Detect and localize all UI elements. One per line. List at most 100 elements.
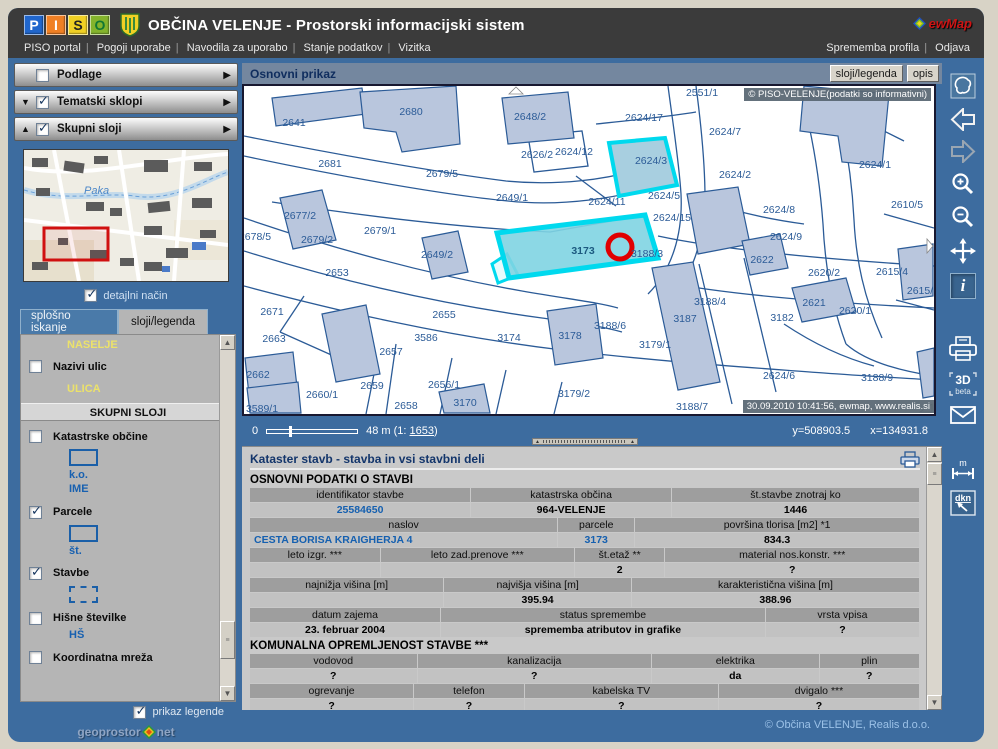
info-value-cell: ? [525,699,718,710]
legend-toggle-label: prikaz legende [152,706,224,718]
tematski-checkbox[interactable] [36,96,49,109]
chevron-right-icon[interactable]: ▶ [223,70,231,81]
hisne-checkbox[interactable] [29,612,42,625]
scrollbar-thumb[interactable]: ≡ [220,621,235,659]
info-header-cell: dvigalo *** [719,684,919,698]
info-value-cell: ? [250,699,413,710]
layer-label: Stavbe [53,567,89,579]
river-label: Paka [84,185,109,197]
mail-button[interactable] [950,406,976,424]
parcel-label: 2624/17 [625,112,663,124]
svg-text:m: m [959,458,967,468]
detail-mode-checkbox[interactable] [84,289,97,302]
info-value-cell: ? [766,623,919,637]
legend-toggle-checkbox[interactable] [133,706,146,719]
info-row: datum zajemastatus spremembevrsta vpisa [250,608,920,622]
info-scrollbar[interactable]: ▲ ≡ ▼ [926,447,942,710]
chevron-right-icon[interactable]: ▶ [223,124,231,135]
parcele-checkbox[interactable] [29,506,42,519]
info-row: leto izgr. ***leto zad.prenove ***št.eta… [250,548,920,562]
parcel-label: 2641 [282,117,305,129]
layer-parcele[interactable]: Parcele [29,506,217,519]
info-value-cell[interactable]: 25584650 [250,503,470,517]
splitter-handle[interactable]: ▲▲ [532,438,638,445]
menu-navodila[interactable]: Navodila za uporabo [187,42,288,54]
geoprostor-logo[interactable]: geoprostor net [14,722,238,742]
layer-nazivi-ulic[interactable]: Nazivi ulic [29,360,217,373]
legend-ulica: ULICA [67,383,217,395]
scale-link[interactable]: 1653 [410,425,434,437]
forward-button[interactable] [950,140,976,163]
scroll-up-icon[interactable]: ▲ [220,335,235,350]
parcel-label: 2678/5 [242,231,271,243]
menu-right: Sprememba profila| Odjava [826,42,970,54]
skupni-checkbox[interactable] [36,123,49,136]
logo-tile-s: S [68,15,88,35]
menu-vizitka[interactable]: Vizitka [398,42,430,54]
katastrske-checkbox[interactable] [29,430,42,443]
chevron-right-icon[interactable]: ▶ [223,97,231,108]
accordion-tematski-sklopi[interactable]: ▼ Tematski sklopi ▶ [14,90,238,114]
menu-sprememba-profila[interactable]: Sprememba profila [826,42,919,54]
info-button[interactable]: i [950,273,976,299]
menu-odjava[interactable]: Odjava [935,42,970,54]
app-window: P I S O OBČINA VELENJE - Prostorski info… [8,8,984,742]
stavbe-checkbox[interactable] [29,567,42,580]
full-extent-button[interactable] [950,73,976,99]
accordion-arrow-icon: ▼ [21,97,36,107]
scale-thumb[interactable] [289,426,292,437]
scale-bar[interactable] [266,429,358,434]
parcel-label: 2679/5 [426,168,458,180]
menu-piso-portal[interactable]: PISO portal [24,42,81,54]
parcel-label: 2624/11 [588,196,625,208]
koordinatna-checkbox[interactable] [29,651,42,664]
layer-koordinatna-mreza[interactable]: Koordinatna mreža [29,651,217,664]
threed-button[interactable]: 3D beta [948,371,978,397]
info-value-cell[interactable]: CESTA BORISA KRAIGHERJA 4 [250,533,557,547]
scroll-down-icon[interactable]: ▼ [927,695,942,710]
parcel-label: 2624/6 [763,370,795,382]
scroll-up-icon[interactable]: ▲ [927,447,942,462]
podlage-checkbox[interactable] [36,69,49,82]
parcel-label: 3188/9 [861,372,893,384]
layer-katastrske-obcine[interactable]: Katastrske občine [29,430,217,443]
layer-stavbe[interactable]: Stavbe [29,567,217,580]
dkn-button[interactable]: dkn [950,490,976,516]
opis-button[interactable]: opis [907,65,939,82]
info-panel-title: Kataster stavb - stavba in vsi stavbni d… [250,452,900,466]
parcel-label: 2620/2 [808,267,840,279]
layer-hisne-stevilke[interactable]: Hišne številke [29,612,217,625]
info-header-cell: kanalizacija [418,654,652,668]
info-row: najnižja višina [m]najvišja višina [m]ka… [250,578,920,592]
sloji-legenda-button[interactable]: sloji/legenda [830,65,903,82]
parcel-label: 2655 [432,309,455,321]
pan-button[interactable] [950,238,976,264]
layer-scrollbar[interactable]: ▲ ≡ ▼ [219,335,235,701]
measure-button[interactable]: m [949,457,977,481]
info-value-cell: ? [418,669,652,683]
tab-sloji-legenda[interactable]: sloji/legenda [118,309,208,334]
menu-left: PISO portal| Pogoji uporabe| Navodila za… [24,42,431,54]
pan-icon [950,238,976,264]
nazivi-ulic-checkbox[interactable] [29,360,42,373]
back-button[interactable] [950,108,976,131]
info-value-cell: da [652,669,819,683]
info-title-row: Kataster stavb - stavba in vsi stavbni d… [250,450,920,470]
scrollbar-thumb[interactable]: ≡ [927,463,942,485]
overview-map[interactable]: Paka [23,149,229,282]
zoom-in-button[interactable] [951,172,975,196]
menu-pogoji-uporabe[interactable]: Pogoji uporabe [97,42,171,54]
tab-splosno-iskanje[interactable]: splošno iskanje [20,309,118,334]
parcel-label: 3586 [414,332,437,344]
zoom-out-button[interactable] [951,205,975,229]
menu-stanje-podatkov[interactable]: Stanje podatkov [304,42,383,54]
parcel-label: 2624/3 [635,155,667,167]
info-value-cell[interactable]: 3173 [558,533,634,547]
print-icon[interactable] [900,451,920,468]
accordion-skupni-sloji[interactable]: ▲ Skupni sloji ▶ [14,117,238,141]
scroll-down-icon[interactable]: ▼ [220,686,235,701]
map-watermark-top: © PISO-VELENJE(podatki so informativni) [744,88,931,101]
print-button[interactable] [948,336,978,362]
map-viewport[interactable]: 2551/1268026412648/22624/172624/72626/22… [242,84,936,416]
accordion-podlage[interactable]: Podlage ▶ [14,63,238,87]
